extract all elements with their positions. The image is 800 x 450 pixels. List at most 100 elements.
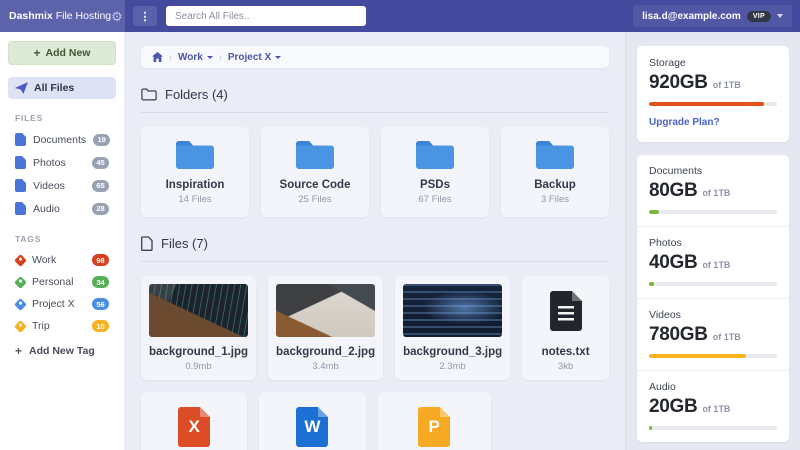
file-card-background-2[interactable]: background_2.jpg 3.4mb <box>268 276 383 380</box>
folder-meta: 67 Files <box>418 194 451 205</box>
search-input[interactable] <box>166 6 366 26</box>
add-new-tag-button[interactable]: + Add New Tag <box>8 337 116 365</box>
usage-label: Videos <box>649 309 777 321</box>
folder-card-source-code[interactable]: Source Code 25 Files <box>261 127 369 217</box>
folder-card-inspiration[interactable]: Inspiration 14 Files <box>141 127 249 217</box>
progress-fill <box>649 102 764 106</box>
files-grid-row1: background_1.jpg 0.9mb background_2.jpg … <box>141 276 609 380</box>
sidebar-item-photos[interactable]: Photos 45 <box>8 151 116 174</box>
gear-icon[interactable]: ⚙ <box>111 10 123 23</box>
usage-row-videos: Videos 780GBof 1TB <box>637 299 789 371</box>
app-title-bold: Dashmix <box>9 10 53 22</box>
sidebar-tag-work[interactable]: Work 98 <box>8 249 116 271</box>
right-sidebar: Storage 920GB of 1TB Upgrade Plan? Docum… <box>625 32 800 450</box>
thumb-zone: X <box>149 400 239 450</box>
file-letter: W <box>304 417 320 437</box>
usage-row-photos: Photos 40GBof 1TB <box>637 227 789 299</box>
dots-icon: ⋮ <box>140 10 151 23</box>
tag-label: Trip <box>32 320 50 332</box>
folder-name: PSDs <box>420 179 450 191</box>
sidebar-tag-project-x[interactable]: Project X 56 <box>8 293 116 315</box>
file-name: background_2.jpg <box>276 346 375 358</box>
upgrade-plan-link[interactable]: Upgrade Plan? <box>649 117 720 128</box>
folder-icon <box>294 139 336 170</box>
file-card-notes-txt[interactable]: notes.txt 3kb <box>522 276 609 380</box>
breadcrumb: › Work › Project X <box>141 46 609 68</box>
file-name: background_1.jpg <box>149 346 248 358</box>
sidebar-tag-personal[interactable]: Personal 34 <box>8 271 116 293</box>
progress-track <box>649 426 777 430</box>
sidebar-item-label: Audio <box>33 203 60 215</box>
menu-dots-button[interactable]: ⋮ <box>133 6 157 26</box>
usage-value: 80GB <box>649 180 697 202</box>
breadcrumb-separator: › <box>219 52 222 62</box>
body-row: + Add New All Files FILES Documents 19 P… <box>0 32 800 450</box>
tag-label: Project X <box>32 298 75 310</box>
file-card-background-1[interactable]: background_1.jpg 0.9mb <box>141 276 256 380</box>
usage-suffix: of 1TB <box>702 188 730 198</box>
count-badge: 45 <box>92 157 109 169</box>
breadcrumb-item-work[interactable]: Work <box>178 52 213 63</box>
folder-meta: 3 Files <box>541 194 569 205</box>
section-divider <box>141 112 609 113</box>
storage-stat: 920GB of 1TB <box>649 72 777 94</box>
usage-row-documents: Documents 80GBof 1TB <box>637 155 789 227</box>
usage-suffix: of 1TB <box>702 260 730 270</box>
file-card-accounting-xlsx[interactable]: X Accounting.xlsx <box>141 392 247 450</box>
usage-suffix: of 1TB <box>702 404 730 414</box>
breadcrumb-label: Work <box>178 52 203 63</box>
file-size: 3.4mb <box>312 361 338 372</box>
file-size: 0.9mb <box>185 361 211 372</box>
folder-card-backup[interactable]: Backup 3 Files <box>501 127 609 217</box>
progress-fill <box>649 282 654 286</box>
add-new-button[interactable]: + Add New <box>8 41 116 65</box>
tag-icon <box>14 320 27 333</box>
section-divider <box>141 261 609 262</box>
document-icon <box>15 133 26 146</box>
files-section-heading: Files (7) <box>141 236 609 251</box>
user-menu-button[interactable]: lisa.d@example.com VIP <box>633 5 792 27</box>
file-card-presentation-pptx[interactable]: P Presentation.pptx <box>378 392 491 450</box>
file-thumbnail <box>403 284 502 337</box>
file-thumbnail <box>149 284 248 337</box>
main-content: › Work › Project X Folders (4) <box>125 32 625 450</box>
sidebar-tag-trip[interactable]: Trip 10 <box>8 315 116 337</box>
all-files-label: All Files <box>34 82 74 94</box>
tags-section-heading: TAGS <box>8 234 116 244</box>
folder-icon <box>414 139 456 170</box>
sidebar-item-all-files[interactable]: All Files <box>8 77 116 99</box>
file-card-background-3[interactable]: background_3.jpg 2.3mb <box>395 276 510 380</box>
storage-value: 920GB <box>649 72 708 94</box>
txt-file-icon <box>550 291 582 331</box>
folder-card-psds[interactable]: PSDs 67 Files <box>381 127 489 217</box>
file-letter: X <box>188 417 199 437</box>
breadcrumb-item-project-x[interactable]: Project X <box>228 52 281 63</box>
file-thumbnail <box>276 284 375 337</box>
left-sidebar: + Add New All Files FILES Documents 19 P… <box>0 32 125 450</box>
docx-file-icon: W <box>296 407 328 447</box>
sidebar-item-videos[interactable]: Videos 65 <box>8 174 116 197</box>
text-lines <box>558 306 574 321</box>
file-card-report-docx[interactable]: W Report.docx <box>259 392 365 450</box>
count-badge: 19 <box>93 134 110 146</box>
tag-icon <box>14 276 27 289</box>
chevron-down-icon <box>207 56 213 59</box>
thumb-zone <box>530 284 601 337</box>
folder-name: Source Code <box>280 179 351 191</box>
home-icon[interactable] <box>152 52 163 62</box>
toolbar: ⋮ lisa.d@example.com VIP <box>125 0 800 32</box>
folder-meta: 25 Files <box>298 194 331 205</box>
count-badge: 34 <box>92 276 109 288</box>
folder-icon <box>174 139 216 170</box>
add-new-label: Add New <box>46 47 91 59</box>
sidebar-item-label: Documents <box>33 134 86 146</box>
breadcrumb-separator: › <box>169 52 172 62</box>
sidebar-item-documents[interactable]: Documents 19 <box>8 128 116 151</box>
thumb-zone: W <box>267 400 357 450</box>
sidebar-item-audio[interactable]: Audio 28 <box>8 197 116 220</box>
paper-plane-icon <box>15 82 28 94</box>
thumb-zone: P <box>386 400 483 450</box>
files-heading-label: Files (7) <box>161 236 208 251</box>
file-size: 3kb <box>558 361 573 372</box>
storage-card: Storage 920GB of 1TB Upgrade Plan? <box>637 46 789 142</box>
